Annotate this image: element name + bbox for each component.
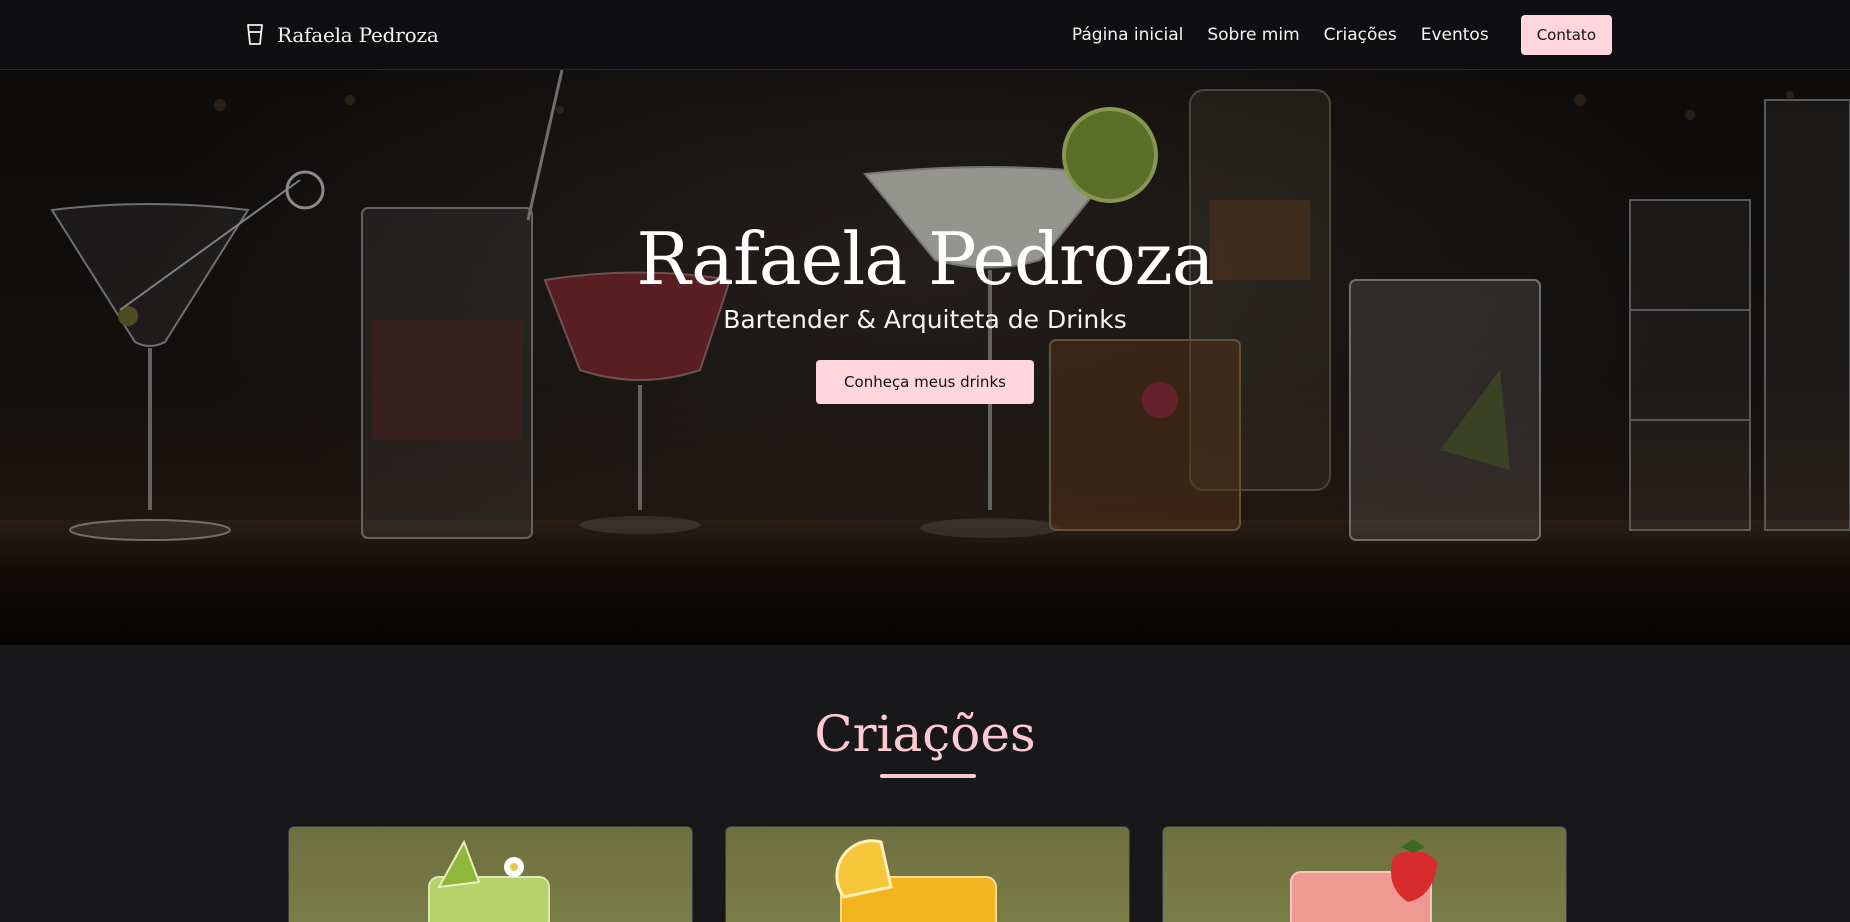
drink-card-green[interactable] (288, 826, 693, 922)
hero-title: Rafaela Pedroza (636, 217, 1214, 301)
drink-image-pink (1290, 839, 1438, 922)
see-drinks-button[interactable]: Conheça meus drinks (816, 360, 1034, 405)
creations-section: Criações (0, 645, 1850, 922)
drink-image-orange (835, 839, 997, 922)
hero-content: Rafaela Pedroza Bartender & Arquiteta de… (0, 217, 1850, 405)
drink-card-pink[interactable] (1162, 826, 1567, 922)
drink-image-green (428, 839, 550, 922)
brand-link[interactable]: Rafaela Pedroza (245, 23, 439, 47)
hero-section: Rafaela Pedroza Bartender & Arquiteta de… (0, 70, 1850, 645)
nav-link-about[interactable]: Sobre mim (1207, 25, 1299, 45)
drink-card-orange[interactable] (725, 826, 1130, 922)
contact-button[interactable]: Contato (1520, 14, 1612, 55)
nav-link-creations[interactable]: Criações (1324, 25, 1397, 45)
glass-icon (245, 23, 265, 47)
nav-link-home[interactable]: Página inicial (1072, 25, 1183, 45)
nav-links: Página inicial Sobre mim Criações Evento… (1072, 14, 1612, 55)
title-underline (880, 774, 976, 778)
hero-subtitle: Bartender & Arquiteta de Drinks (723, 305, 1127, 335)
creations-cards (288, 826, 1568, 922)
nav-link-events[interactable]: Eventos (1421, 25, 1489, 45)
top-nav: Rafaela Pedroza Página inicial Sobre mim… (0, 0, 1850, 70)
creations-title: Criações (814, 705, 1036, 763)
brand-name: Rafaela Pedroza (277, 22, 439, 47)
